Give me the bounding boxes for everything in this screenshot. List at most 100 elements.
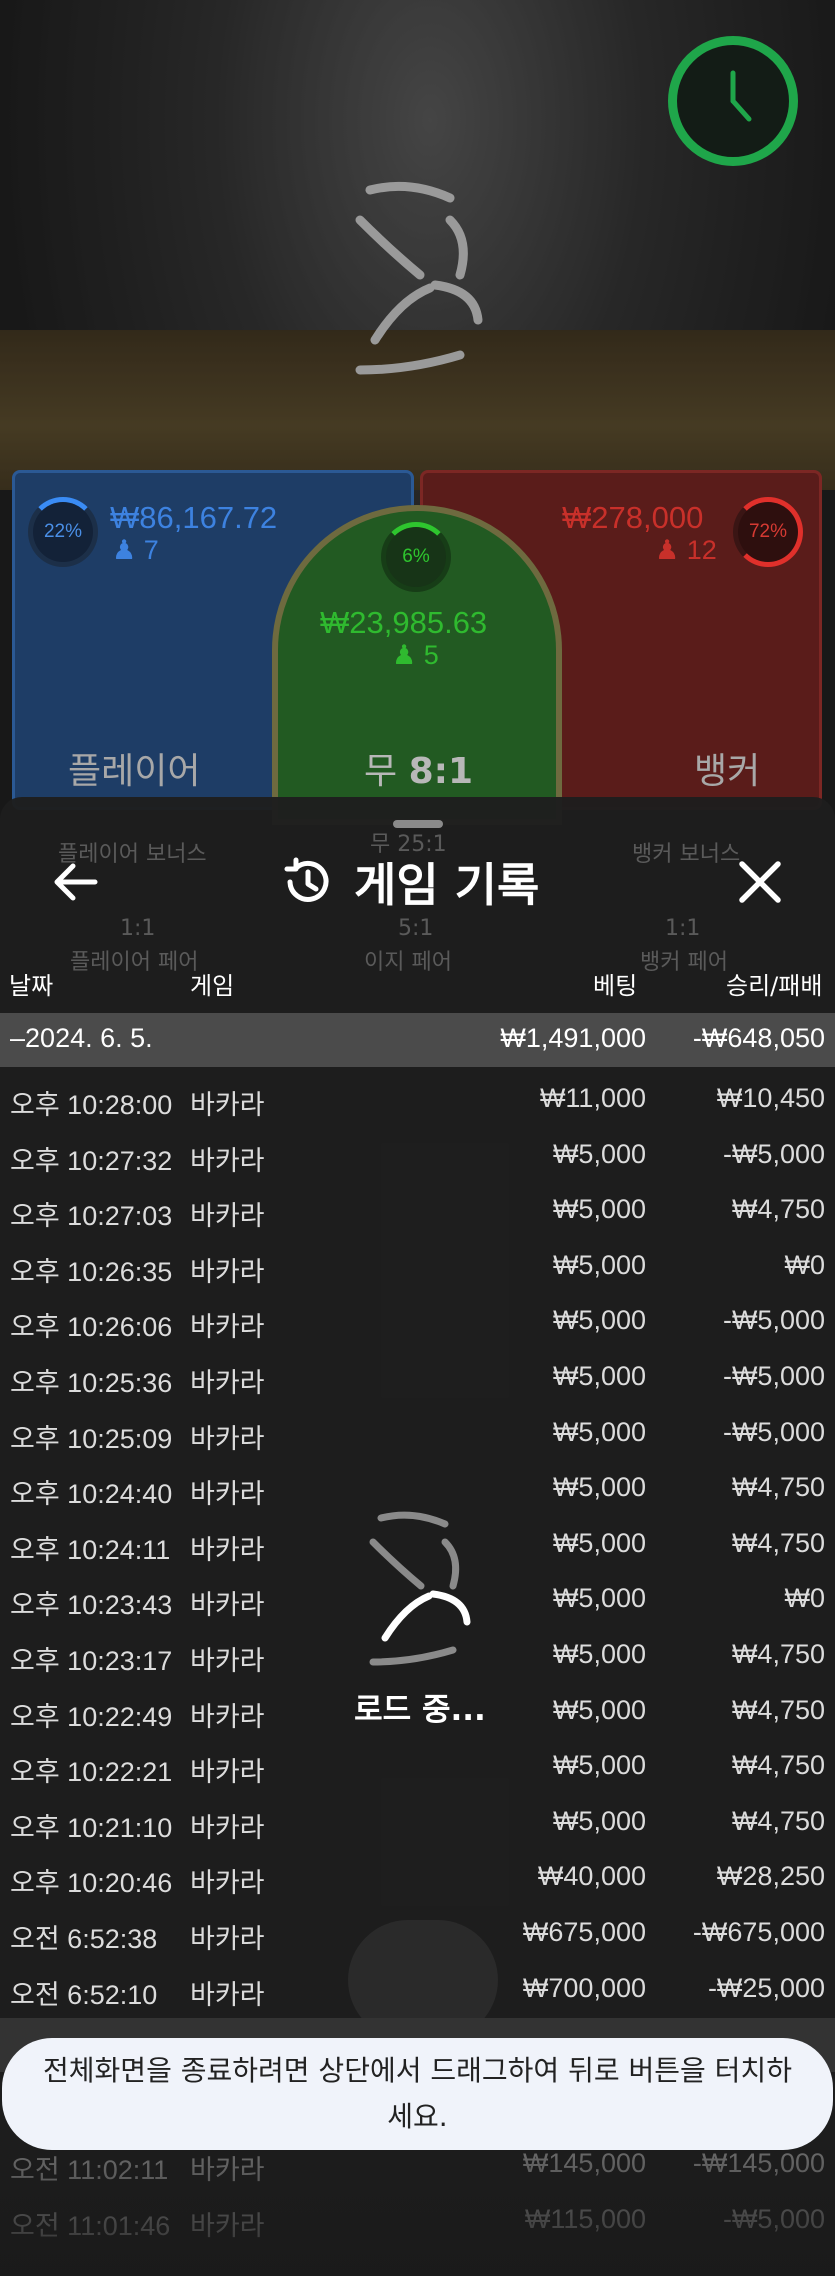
row-game: 바카라 — [190, 1924, 265, 1954]
row-time: 오후 10:23:43 — [10, 1590, 173, 1620]
fullscreen-toast: 전체화면을 종료하려면 상단에서 드래그하여 뒤로 버튼을 터치하세요. — [2, 2038, 833, 2150]
row-time: 오후 10:27:32 — [10, 1146, 173, 1176]
row-time: 오후 10:21:10 — [10, 1813, 173, 1843]
row-result: -₩5,000 — [722, 1139, 825, 1169]
row-game: 바카라 — [190, 1257, 265, 1287]
close-icon — [739, 861, 781, 903]
back-button[interactable] — [45, 852, 105, 912]
close-button[interactable] — [730, 852, 790, 912]
row-time: 오후 10:27:03 — [10, 1201, 173, 1231]
sheet-drag-handle[interactable] — [393, 820, 443, 828]
row-time: 오후 10:24:11 — [10, 1535, 171, 1565]
ghost-side-bet-label: 플레이어 페어 — [70, 950, 199, 975]
row-result: ₩4,750 — [731, 1806, 825, 1836]
tie-label-text: 무 — [364, 751, 398, 792]
ghost-side-bet-label: 1:1 — [120, 916, 156, 941]
row-game: 바카라 — [190, 1090, 265, 1120]
user-icon: ♟ — [392, 640, 417, 670]
row-result: ₩28,250 — [716, 1861, 825, 1891]
row-result: ₩4,750 — [731, 1194, 825, 1224]
row-result: -₩5,000 — [722, 1417, 825, 1447]
row-time: 오후 10:26:35 — [10, 1257, 173, 1287]
row-game: 바카라 — [190, 1201, 265, 1231]
date-group-label: –2024. 6. 5. — [10, 1023, 153, 1053]
row-game: 바카라 — [190, 1757, 265, 1787]
player-percent-ring: 22% — [28, 497, 98, 567]
tie-odds: 8:1 — [408, 751, 474, 792]
banker-count-value: 12 — [686, 535, 717, 565]
row-bet: ₩5,000 — [552, 1361, 646, 1391]
row-time: 오후 10:25:36 — [10, 1368, 173, 1398]
player-count-value: 7 — [143, 535, 159, 565]
toast-message: 전체화면을 종료하려면 상단에서 드래그하여 뒤로 버튼을 터치하세요. — [43, 2054, 792, 2133]
date-group-bet: ₩1,491,000 — [500, 1023, 646, 1053]
row-time: 오후 10:26:06 — [10, 1312, 173, 1342]
player-label: 플레이어 — [68, 751, 201, 792]
row-game: 바카라 — [190, 1590, 265, 1620]
row-game: 바카라 — [190, 1535, 265, 1565]
round-timer — [668, 36, 798, 166]
app-root: 22% 72% 6% ₩86,167.72 ₩278,000 ₩23,985.6… — [0, 0, 835, 2276]
row-game: 바카라 — [190, 1146, 265, 1176]
row-result: -₩5,000 — [722, 1361, 825, 1391]
date-group-result: -₩648,050 — [692, 1023, 825, 1053]
ghost-side-bet-label: 5:1 — [398, 916, 434, 941]
banker-label: 뱅커 — [694, 751, 761, 792]
arrow-left-icon — [54, 863, 98, 901]
date-value: 2024. 6. 5. — [25, 1023, 153, 1053]
tie-count-value: 5 — [423, 640, 439, 670]
row-game: 바카라 — [190, 1813, 265, 1843]
row-game: 바카라 — [190, 1646, 265, 1676]
ghost-side-bet-label: 이지 페어 — [364, 950, 452, 975]
row-result: -₩675,000 — [692, 1917, 825, 1947]
row-game: 바카라 — [190, 1479, 265, 1509]
row-bet: ₩5,000 — [552, 1139, 646, 1169]
tie-bettor-count: ♟ 5 — [392, 640, 439, 671]
column-header-bet: 베팅 — [593, 972, 638, 1000]
column-header-date: 날짜 — [9, 972, 54, 1000]
row-game: 바카라 — [190, 1368, 265, 1398]
player-bet-total: ₩86,167.72 — [110, 500, 278, 535]
row-time: 오후 10:20:46 — [10, 1868, 173, 1898]
history-icon — [284, 857, 329, 902]
ghost-side-bet-label: 1:1 — [665, 916, 701, 941]
row-game: 바카라 — [190, 1312, 265, 1342]
row-time: 오후 10:25:09 — [10, 1424, 173, 1454]
column-header-result: 승리/패배 — [726, 972, 823, 1000]
tie-bet-total: ₩23,985.63 — [320, 605, 488, 640]
row-bet: ₩5,000 — [552, 1806, 646, 1836]
user-icon: ♟ — [655, 535, 680, 565]
row-result: ₩4,750 — [731, 1528, 825, 1558]
row-result: ₩4,750 — [731, 1472, 825, 1502]
row-bet: ₩40,000 — [537, 1861, 646, 1891]
history-header: 게임 기록 — [280, 852, 539, 912]
row-time: 오후 10:28:00 — [10, 1090, 173, 1120]
row-result: ₩0 — [784, 1250, 826, 1280]
row-game: 바카라 — [190, 1980, 265, 2010]
row-bet: ₩5,000 — [552, 1250, 646, 1280]
row-time: 오전 6:52:38 — [10, 1924, 158, 1954]
loading-indicator: 로드 중... — [330, 1510, 510, 1770]
row-time: 오후 10:22:49 — [10, 1702, 173, 1732]
row-time: 오전 6:52:10 — [10, 1980, 158, 2010]
row-time: 오후 10:24:40 — [10, 1479, 173, 1509]
user-icon: ♟ — [112, 535, 137, 565]
row-result: ₩4,750 — [731, 1695, 825, 1725]
row-result: -₩25,000 — [707, 1973, 825, 2003]
row-result: -₩5,000 — [722, 1305, 825, 1335]
row-game: 바카라 — [190, 1424, 265, 1454]
row-time: 오후 10:22:21 — [10, 1757, 173, 1787]
tie-percent-ring: 6% — [381, 522, 451, 592]
banker-percent-ring: 72% — [733, 497, 803, 567]
row-game: 바카라 — [190, 1702, 265, 1732]
page-title: 게임 기록 — [354, 858, 540, 912]
player-bettor-count: ♟ 7 — [112, 535, 159, 566]
loading-text: 로드 중... — [354, 1692, 486, 1728]
ghost-side-bet-label: 뱅커 페어 — [640, 950, 728, 975]
ghost-side-bet-label: 뱅커 보너스 — [632, 842, 741, 867]
row-bet: ₩5,000 — [552, 1417, 646, 1447]
row-result: ₩10,450 — [716, 1083, 825, 1113]
tie-label: 무 8:1 — [364, 742, 473, 794]
brand-logo-icon — [355, 181, 483, 375]
column-header-game: 게임 — [190, 972, 235, 1000]
